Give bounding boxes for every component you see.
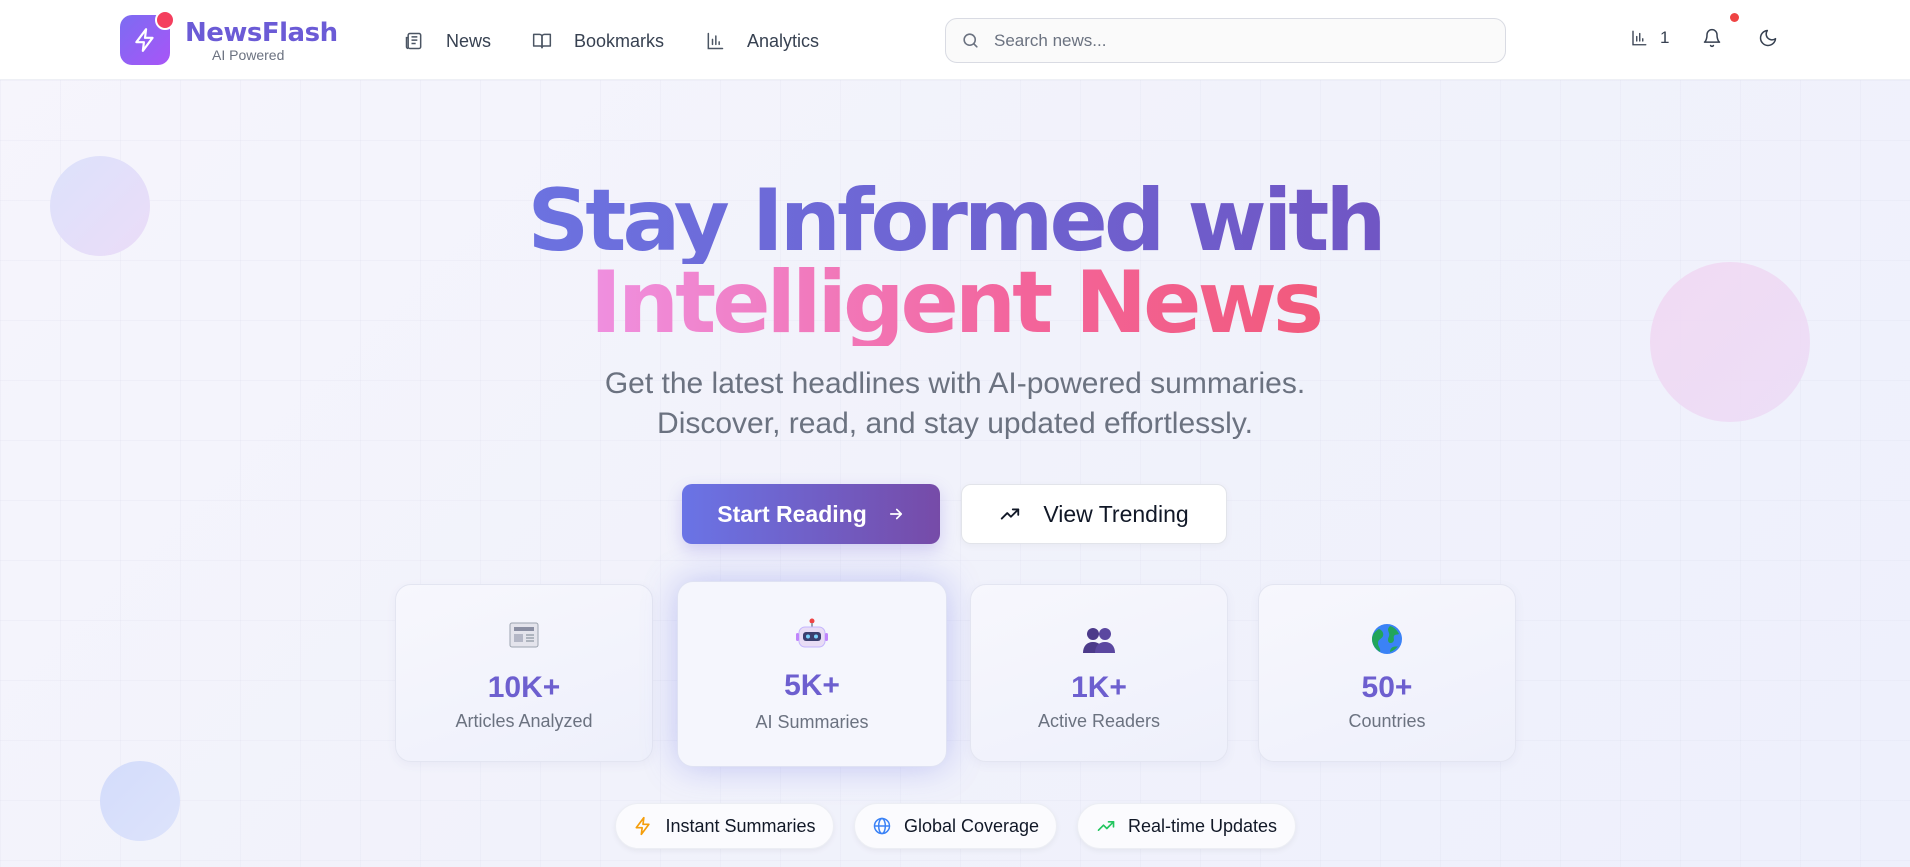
search-input[interactable]: [994, 30, 1474, 51]
stat-value: 1K+: [1071, 671, 1127, 704]
moon-icon: [1759, 29, 1777, 47]
notifications-button[interactable]: [1702, 28, 1722, 48]
hero-subtitle-line1: Get the latest headlines with AI-powered…: [604, 367, 1306, 400]
globe-icon: [1259, 623, 1515, 657]
hero-title-line2: Intelligent News: [589, 253, 1324, 353]
newspaper-icon: [405, 32, 422, 50]
robot-icon: [678, 618, 946, 652]
stat-label: Active Readers: [1037, 711, 1161, 731]
feature-pill-instant-summaries[interactable]: Instant Summaries: [615, 803, 834, 849]
feature-pill-realtime-updates[interactable]: Real-time Updates: [1077, 803, 1296, 849]
view-trending-label: View Trending: [1043, 500, 1189, 527]
nav-label: Analytics: [747, 30, 820, 51]
view-trending-button[interactable]: View Trending: [961, 484, 1227, 544]
brand-name: NewsFlash: [185, 18, 338, 48]
decorative-circle: [100, 761, 180, 841]
hero-subtitle-line2: Discover, read, and stay updated effortl…: [657, 407, 1253, 440]
brand-tagline: AI Powered: [212, 47, 285, 63]
feature-pill-global-coverage[interactable]: Global Coverage: [854, 803, 1057, 849]
theme-toggle-button[interactable]: [1758, 28, 1778, 48]
stat-card-ai-summaries: 5K+ AI Summaries: [677, 581, 947, 767]
bell-icon: [1703, 28, 1721, 48]
feature-label: Real-time Updates: [1127, 815, 1278, 836]
trending-up-icon: [1097, 821, 1115, 831]
book-open-icon: [532, 33, 552, 49]
hero-title-line1: Stay Informed with: [527, 171, 1386, 271]
stat-label: AI Summaries: [755, 712, 869, 732]
start-reading-button[interactable]: Start Reading: [682, 484, 940, 544]
arrow-right-icon: [889, 508, 902, 520]
start-reading-label: Start Reading: [717, 500, 867, 527]
lightning-icon: [135, 28, 154, 52]
search-icon: [963, 33, 978, 48]
stat-card-countries: 50+ Countries: [1258, 584, 1516, 762]
people-icon: [971, 627, 1227, 661]
search-bar: [945, 18, 1506, 63]
stat-label: Articles Analyzed: [455, 711, 593, 731]
analytics-counter-button[interactable]: 1: [1630, 28, 1669, 48]
zap-icon: [635, 816, 651, 836]
bar-chart-icon: [1632, 30, 1647, 46]
nav-bookmarks[interactable]: Bookmarks: [532, 26, 664, 56]
nav-label: Bookmarks: [574, 30, 665, 51]
logo-badge: [155, 10, 175, 30]
globe-icon: [873, 817, 891, 835]
top-navbar: NewsFlash AI Powered News Bookmarks Anal…: [0, 0, 1910, 80]
analytics-count: 1: [1660, 28, 1670, 47]
stat-card-readers: 1K+ Active Readers: [970, 584, 1228, 762]
stat-value: 10K+: [487, 671, 561, 704]
trending-up-icon: [1001, 508, 1020, 520]
stat-card-articles: 10K+ Articles Analyzed: [395, 584, 653, 762]
feature-label: Instant Summaries: [665, 815, 816, 836]
feature-label: Global Coverage: [903, 815, 1040, 836]
newspaper-icon: [396, 621, 652, 655]
bar-chart-icon: [707, 32, 724, 50]
nav-label: News: [446, 30, 492, 51]
stat-value: 50+: [1361, 671, 1413, 704]
notification-dot: [1730, 13, 1739, 22]
nav-analytics[interactable]: Analytics: [705, 26, 819, 56]
stat-label: Countries: [1348, 711, 1426, 731]
nav-news[interactable]: News: [404, 26, 491, 56]
stat-value: 5K+: [784, 669, 840, 702]
